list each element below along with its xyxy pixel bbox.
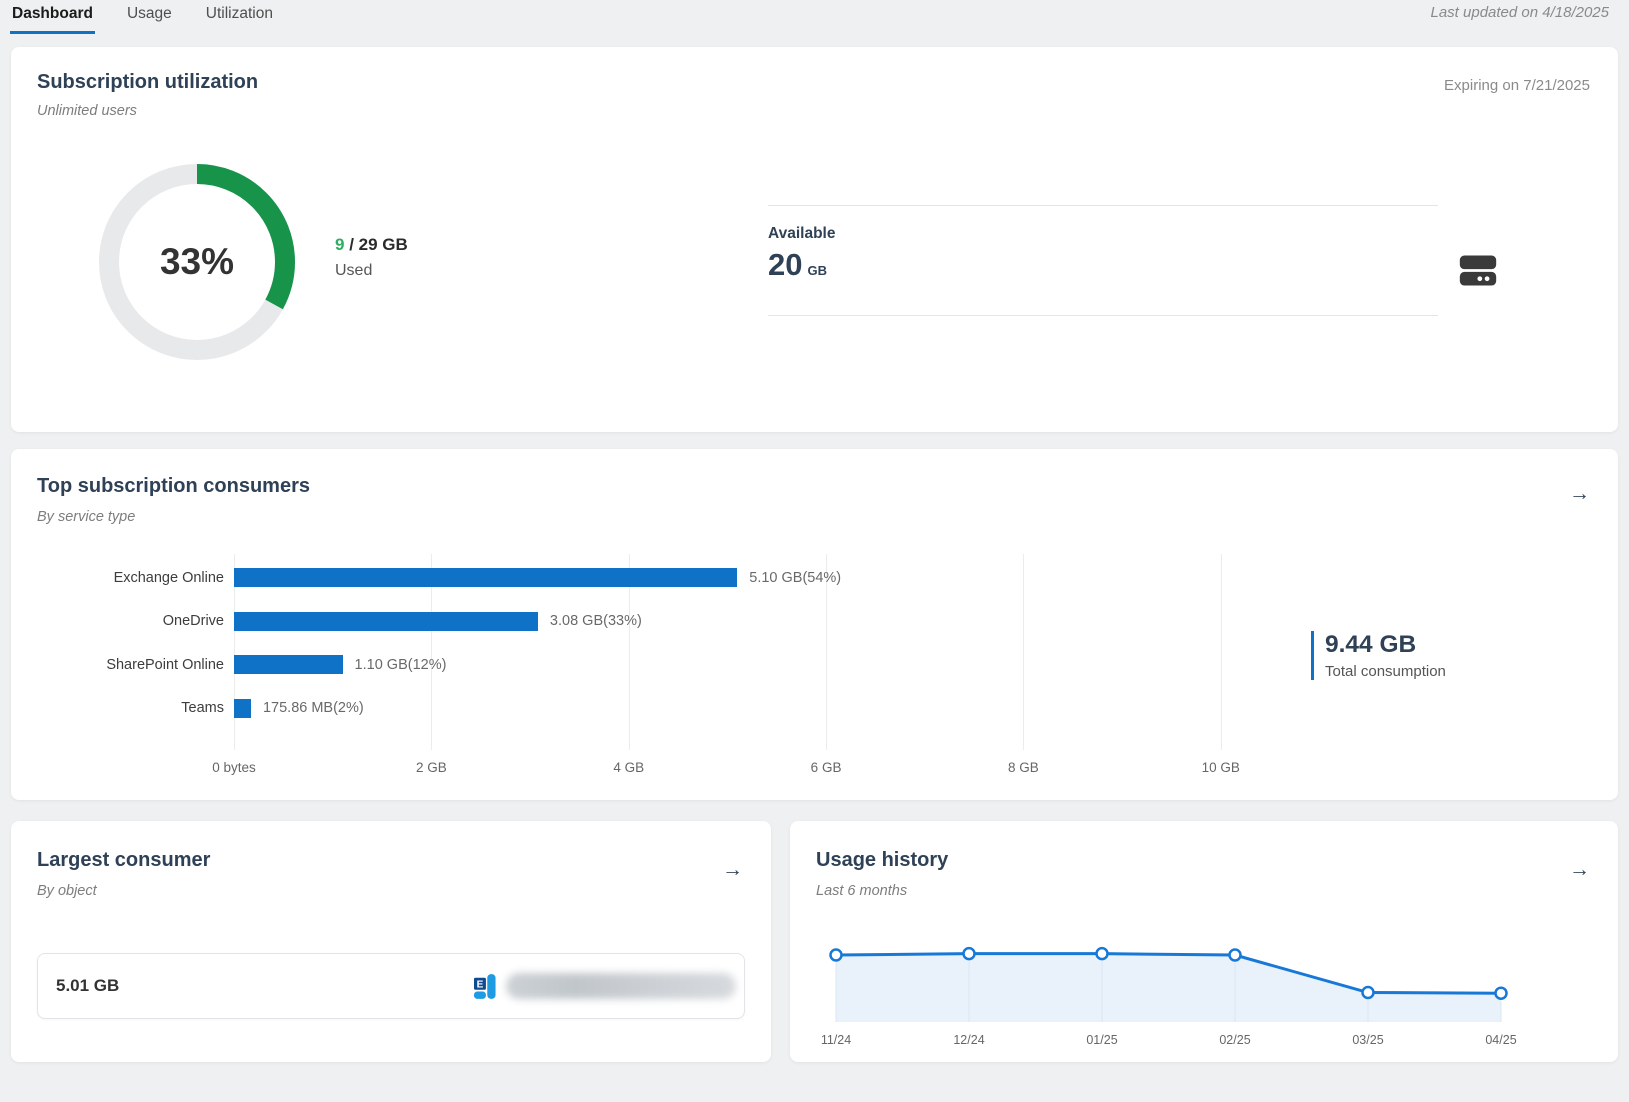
card-subtitle: Unlimited users — [37, 103, 137, 119]
x-tick-label: 2 GB — [416, 760, 447, 775]
data-point-11/24 — [831, 950, 842, 961]
x-tick-label: 6 GB — [811, 760, 842, 775]
bar-value-label: 175.86 MB(2%) — [263, 700, 364, 716]
tab-usage[interactable]: Usage — [125, 0, 174, 34]
bar — [234, 655, 343, 674]
top-consumers-card: Top subscription consumers By service ty… — [11, 449, 1618, 800]
data-point-02/25 — [1230, 950, 1241, 961]
x-tick-label: 0 bytes — [212, 760, 256, 775]
divider — [768, 205, 1438, 206]
subscription-utilization-card: Subscription utilization Unlimited users… — [11, 47, 1618, 432]
usage-history-card: Usage history Last 6 months → 11/24 12/24… — [790, 821, 1618, 1062]
available-value: 20 GB — [768, 247, 827, 283]
x-tick-label: 04/25 — [1485, 1033, 1516, 1047]
bar-category-label: OneDrive — [37, 613, 224, 629]
x-tick-label: 12/24 — [953, 1033, 984, 1047]
bar-row-sharepoint-online: SharePoint Online 1.10 GB(12%) — [37, 643, 1291, 687]
divider — [768, 315, 1438, 316]
bar-value-label: 5.10 GB(54%) — [749, 570, 841, 586]
donut-percent-label: 33% — [97, 162, 297, 362]
largest-consumer-row[interactable]: 5.01 GB E — [37, 953, 745, 1019]
data-point-03/25 — [1363, 987, 1374, 998]
tab-dashboard[interactable]: Dashboard — [10, 0, 95, 34]
storage-drive-icon — [1458, 253, 1498, 294]
chart-rows: Exchange Online 5.10 GB(54%) OneDrive 3.08 … — [37, 556, 1291, 730]
used-caption: Used — [335, 262, 408, 280]
x-tick-label: 4 GB — [613, 760, 644, 775]
usage-history-line-chart: 11/24 12/24 01/25 02/25 03/25 04/25 — [816, 936, 1592, 1052]
bar — [234, 612, 538, 631]
card-title: Usage history — [816, 849, 948, 872]
card-title: Largest consumer — [37, 849, 210, 872]
bar — [234, 699, 251, 718]
total-consumption-label: Total consumption — [1325, 663, 1446, 680]
data-point-01/25 — [1097, 948, 1108, 959]
bar — [234, 568, 737, 587]
last-updated-text: Last updated on 4/18/2025 — [1431, 4, 1610, 21]
tab-bar: Dashboard Usage Utilization — [10, 0, 275, 34]
total-consumption: 9.44 GB Total consumption — [1311, 631, 1446, 680]
card-subtitle: Last 6 months — [816, 883, 907, 899]
redacted-consumer-name — [506, 973, 736, 999]
x-tick-label: 03/25 — [1352, 1033, 1383, 1047]
bar-row-onedrive: OneDrive 3.08 GB(33%) — [37, 600, 1291, 644]
arrow-right-icon[interactable]: → — [722, 859, 743, 880]
bar-value-label: 1.10 GB(12%) — [355, 657, 447, 673]
expiring-text: Expiring on 7/21/2025 — [1444, 77, 1590, 94]
data-point-12/24 — [964, 948, 975, 959]
x-tick-label: 10 GB — [1202, 760, 1240, 775]
arrow-right-icon[interactable]: → — [1569, 859, 1590, 880]
exchange-icon: E — [474, 974, 496, 999]
card-title: Top subscription consumers — [37, 475, 310, 498]
card-subtitle: By service type — [37, 509, 135, 525]
available-unit: GB — [807, 263, 827, 278]
consumer-size: 5.01 GB — [56, 976, 119, 996]
bar-row-exchange-online: Exchange Online 5.10 GB(54%) — [37, 556, 1291, 600]
bar-category-label: SharePoint Online — [37, 657, 224, 673]
used-of-total: / 29 GB — [344, 235, 407, 254]
used-summary: 9 / 29 GB Used — [335, 235, 408, 280]
bar-category-label: Exchange Online — [37, 570, 224, 586]
chart-x-axis: 0 bytes2 GB4 GB6 GB8 GB10 GB — [234, 760, 1280, 780]
x-tick-label: 01/25 — [1086, 1033, 1117, 1047]
utilization-donut-chart: 33% — [97, 162, 297, 362]
card-subtitle: By object — [37, 883, 97, 899]
bar-row-teams: Teams 175.86 MB(2%) — [37, 687, 1291, 731]
x-tick-label: 8 GB — [1008, 760, 1039, 775]
available-label: Available — [768, 225, 836, 243]
available-number: 20 — [768, 247, 802, 282]
area-fill — [836, 954, 1501, 1022]
consumers-bar-chart: Exchange Online 5.10 GB(54%) OneDrive 3.08 … — [37, 556, 1291, 730]
total-consumption-value: 9.44 GB — [1325, 631, 1446, 659]
largest-consumer-card: Largest consumer By object → 5.01 GB E — [11, 821, 771, 1062]
data-point-04/25 — [1496, 988, 1507, 999]
bar-value-label: 3.08 GB(33%) — [550, 613, 642, 629]
svg-text:E: E — [477, 979, 484, 990]
tab-utilization[interactable]: Utilization — [204, 0, 275, 34]
x-tick-label: 11/24 — [821, 1033, 851, 1047]
arrow-right-icon[interactable]: → — [1569, 483, 1590, 504]
x-tick-label: 02/25 — [1219, 1033, 1250, 1047]
bar-category-label: Teams — [37, 700, 224, 716]
card-title: Subscription utilization — [37, 71, 258, 94]
available-section: Available 20 GB — [768, 205, 1438, 317]
